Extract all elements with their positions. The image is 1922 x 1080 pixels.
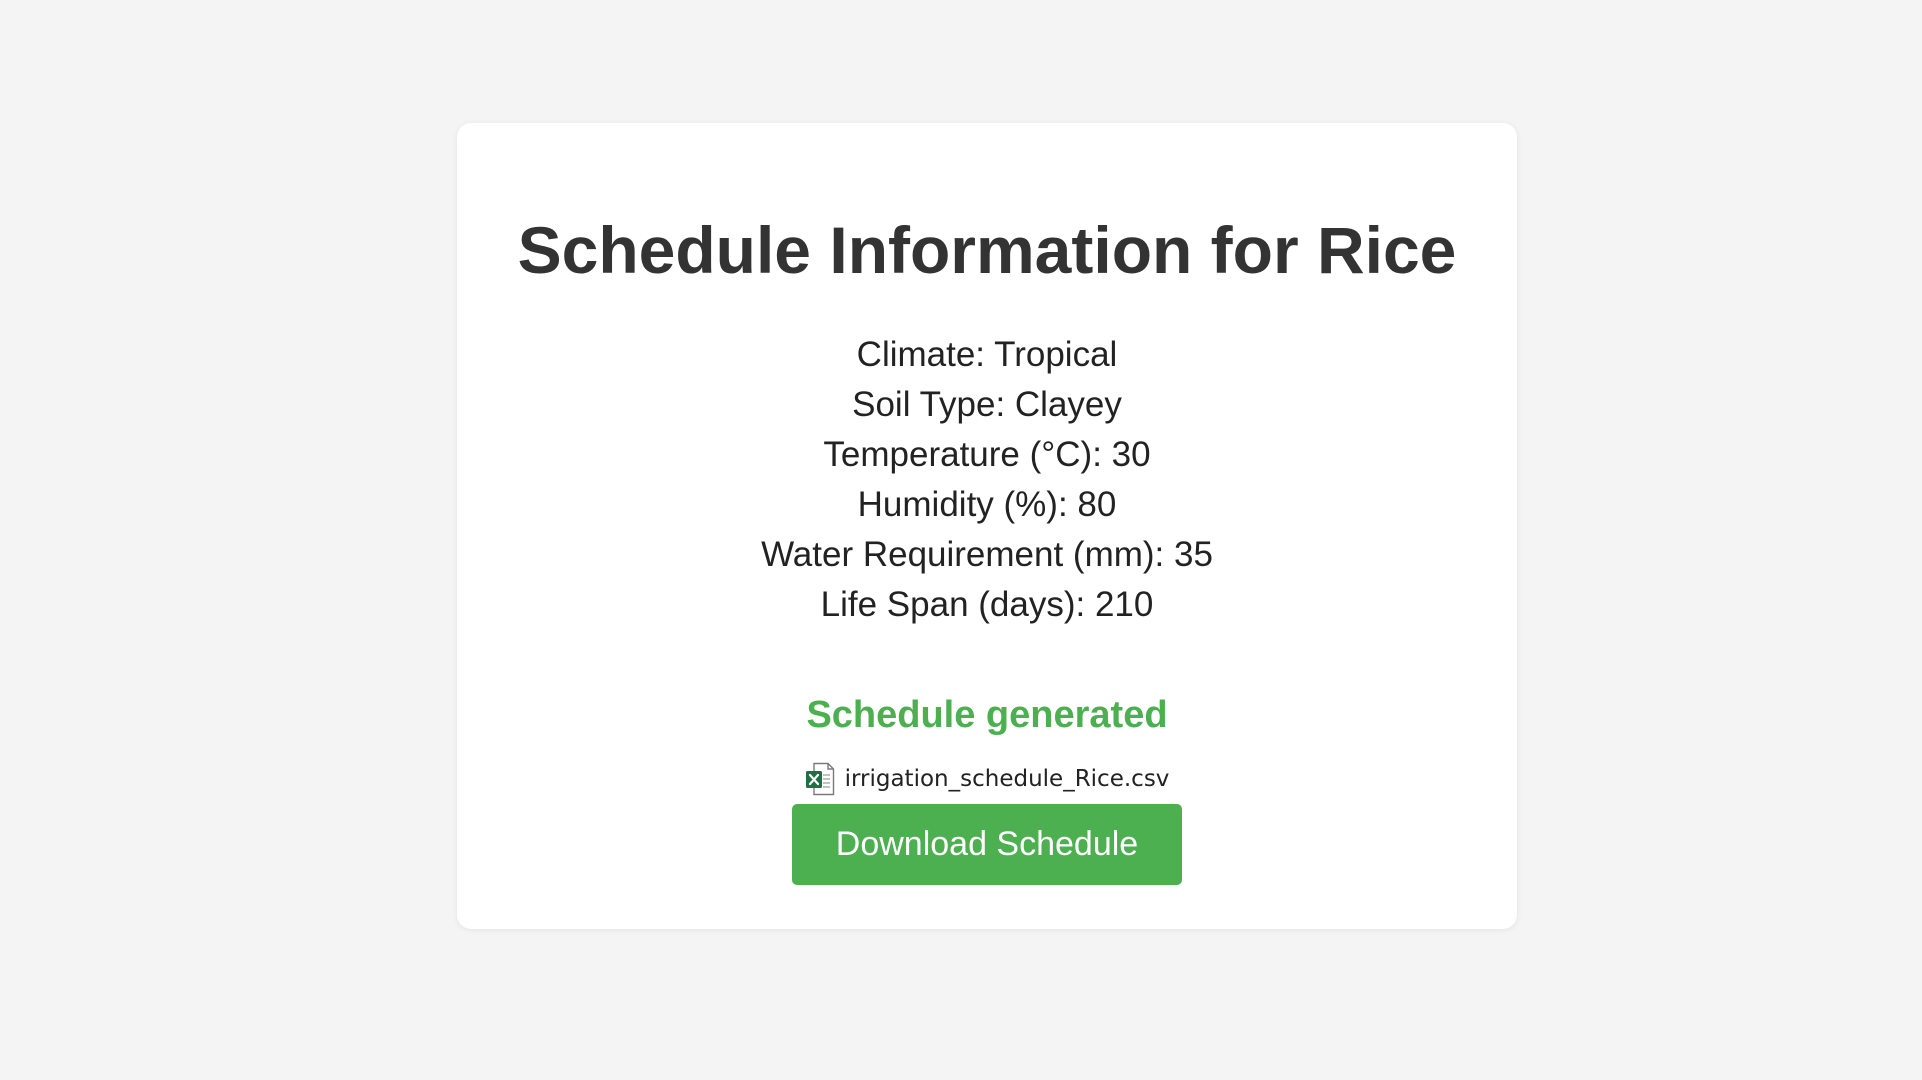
info-life-span: Life Span (days): 210 [820, 585, 1154, 624]
download-schedule-button[interactable]: Download Schedule [792, 804, 1182, 885]
info-temperature: Temperature (°C): 30 [823, 435, 1151, 474]
info-soil-type: Soil Type: Clayey [852, 385, 1122, 424]
info-humidity: Humidity (%): 80 [857, 485, 1117, 524]
file-attachment[interactable]: irrigation_schedule_Rice.csv [457, 759, 1517, 799]
info-water-requirement: Water Requirement (mm): 35 [761, 535, 1213, 574]
info-climate: Climate: Tropical [856, 335, 1118, 374]
page-title: Schedule Information for Rice [517, 213, 1457, 287]
crop-info-list: Climate: Tropical Soil Type: Clayey Temp… [457, 330, 1517, 630]
excel-file-icon [805, 762, 835, 796]
status-message: Schedule generated [806, 694, 1168, 736]
schedule-card: Schedule Information for Rice Climate: T… [457, 123, 1517, 929]
file-name[interactable]: irrigation_schedule_Rice.csv [845, 766, 1170, 792]
